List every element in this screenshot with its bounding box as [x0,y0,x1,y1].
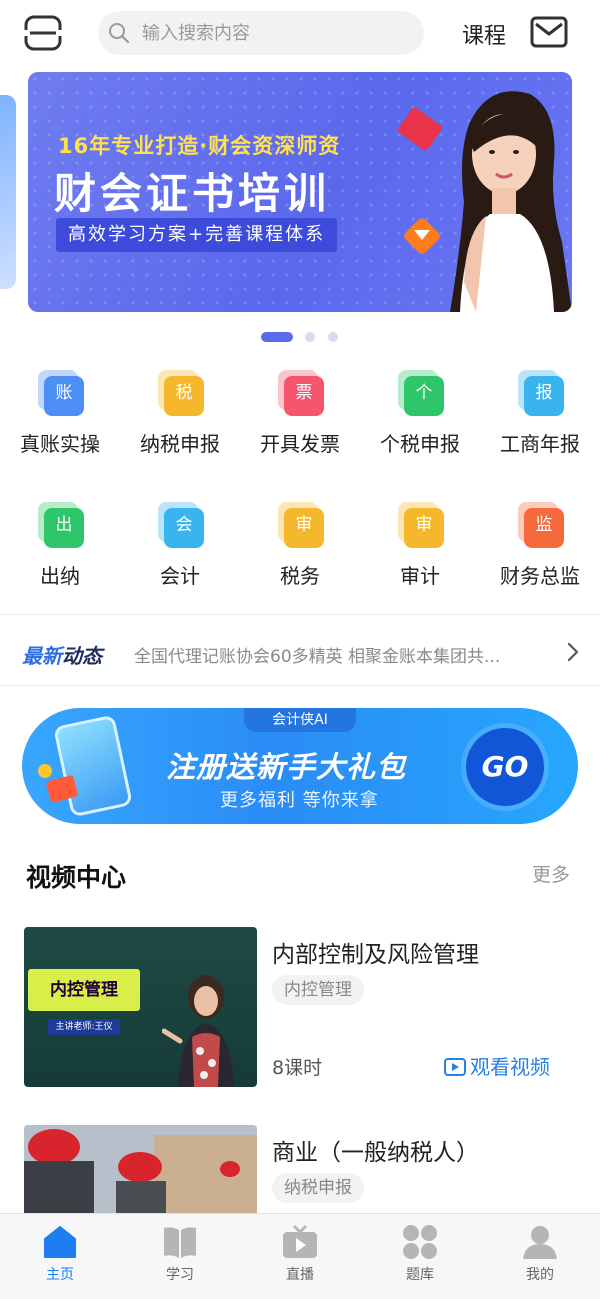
tab-label: 直播 [286,1267,314,1283]
video-title[interactable]: 内部控制及风险管理 [272,935,479,969]
grid-item-label: 会计 [160,564,200,588]
search-icon [109,23,130,44]
watch-video-label: 观看视频 [470,1055,550,1079]
watch-video-button[interactable]: 观看视频 [444,1051,550,1080]
grid-item-nianbao[interactable]: 报 工商年报 [480,370,600,470]
grid-item-label: 真账实操 [20,432,100,456]
more-link[interactable]: 更多 [532,860,570,887]
video-thumbnail[interactable]: 内控管理 主讲老师:王仪 [24,927,257,1087]
grid-item-chuna[interactable]: 出 出纳 [0,502,120,602]
register-promo-banner[interactable]: 会计侠AI 注册送新手大礼包 更多福利 等你来拿 GO [22,708,578,824]
grid-item-label: 财务总监 [500,564,580,588]
tab-study[interactable]: 学习 [120,1220,240,1290]
tax-icon: 税 [158,370,204,416]
news-tag-part1: 最新 [22,644,62,668]
workers-image [24,1125,257,1213]
scan-icon[interactable] [24,15,62,51]
news-headline[interactable]: 全国代理记账协会60多精英 相聚金账本集团共... [134,642,542,667]
chevron-down-icon [414,230,430,240]
promo-subtitle: 更多福利 等你来拿 [220,790,379,811]
divider [0,614,600,615]
news-tag-part2: 动态 [62,644,102,668]
banner-line1: 16年专业打造·财会资深师资 [58,134,341,158]
thumb-board-text: 内控管理 [28,969,140,1011]
banner-prev-peek[interactable] [0,95,16,289]
section-title: 视频中心 [26,863,127,892]
mail-icon[interactable] [530,16,568,48]
play-icon [444,1058,466,1076]
pager-dot-active[interactable] [261,332,293,342]
tv-icon [283,1224,317,1258]
search-input[interactable] [142,19,412,47]
grid-item-label: 出纳 [40,564,80,588]
tab-label: 题库 [406,1267,434,1283]
accounting-icon: 会 [158,502,204,548]
news-tag: 最新动态 [22,640,102,669]
grid-item-label: 税务 [280,564,320,588]
chevron-right-icon[interactable] [566,642,580,662]
thumb-caption: 主讲老师:王仪 [48,1019,120,1035]
pager-dot[interactable] [305,332,315,342]
video-tag: 纳税申报 [272,1173,364,1203]
course-link[interactable]: 课程 [462,18,506,50]
banner-carousel[interactable]: 16年专业打造·财会资深师资 财会证书培训 高效学习方案+完善课程体系 [28,72,572,312]
video-title[interactable]: 商业（一般纳税人） [272,1133,479,1167]
tab-live[interactable]: 直播 [240,1220,360,1290]
grid-item-nashui[interactable]: 税 纳税申报 [120,370,240,470]
cashier-icon: 出 [38,502,84,548]
user-icon [523,1226,557,1259]
grid-item-zongjian[interactable]: 监 财务总监 [480,502,600,602]
grid-icon [403,1225,437,1259]
tax-affairs-icon: 审 [278,502,324,548]
grid-item-shenji[interactable]: 审 审计 [360,502,480,602]
phone-illustration-icon [53,714,133,818]
grid-item-label: 纳税申报 [140,432,220,456]
banner-pager [0,331,600,343]
top-bar: 课程 [0,0,600,66]
banner-subtitle: 高效学习方案+完善课程体系 [56,218,338,252]
home-icon [44,1226,76,1258]
video-hours: 8课时 [272,1057,323,1079]
divider [0,685,600,686]
promo-title: 注册送新手大礼包 [166,750,407,784]
tab-me[interactable]: 我的 [480,1220,600,1290]
audit-icon: 审 [398,502,444,548]
annual-report-icon: 报 [518,370,564,416]
go-button[interactable]: GO [466,728,544,806]
video-tag: 内控管理 [272,975,364,1005]
tab-label: 主页 [46,1267,74,1283]
tab-label: 学习 [166,1267,194,1283]
grid-item-label: 工商年报 [500,432,580,456]
grid-item-label: 开具发票 [260,432,340,456]
banner-title: 财会证书培训 [54,169,331,218]
grid-item-kuaiji[interactable]: 会 会计 [120,502,240,602]
grid-item-zhenzhang[interactable]: 账 真账实操 [0,370,120,470]
news-ticker[interactable]: 最新动态 全国代理记账协会60多精英 相聚金账本集团共... [0,620,600,684]
grid-item-fapiao[interactable]: 票 开具发票 [240,370,360,470]
coin-icon [38,764,52,778]
banner-model-image [450,91,572,312]
video-list-item[interactable]: 内控管理 主讲老师:王仪 内部控制及风险管理 内控管理 8课时 观看视频 [0,927,600,1097]
grid-item-shuiwu[interactable]: 审 税务 [240,502,360,602]
invoice-icon: 票 [278,370,324,416]
cfo-icon: 监 [518,502,564,548]
bottom-tab-bar: 主页 学习 直播 题库 我的 [0,1213,600,1299]
promo-brand-tab: 会计侠AI [244,708,356,732]
ledger-icon: 账 [38,370,84,416]
grid-item-label: 个税申报 [380,432,460,456]
grid-item-label: 审计 [400,564,440,588]
teacher-image [162,975,234,1087]
book-icon [164,1227,196,1258]
personal-tax-icon: 个 [398,370,444,416]
pager-dot[interactable] [328,332,338,342]
tab-question-bank[interactable]: 题库 [360,1220,480,1290]
search-bar[interactable] [98,11,424,55]
grid-item-geshui[interactable]: 个 个税申报 [360,370,480,470]
tab-label: 我的 [526,1267,554,1283]
tab-home[interactable]: 主页 [0,1220,120,1290]
